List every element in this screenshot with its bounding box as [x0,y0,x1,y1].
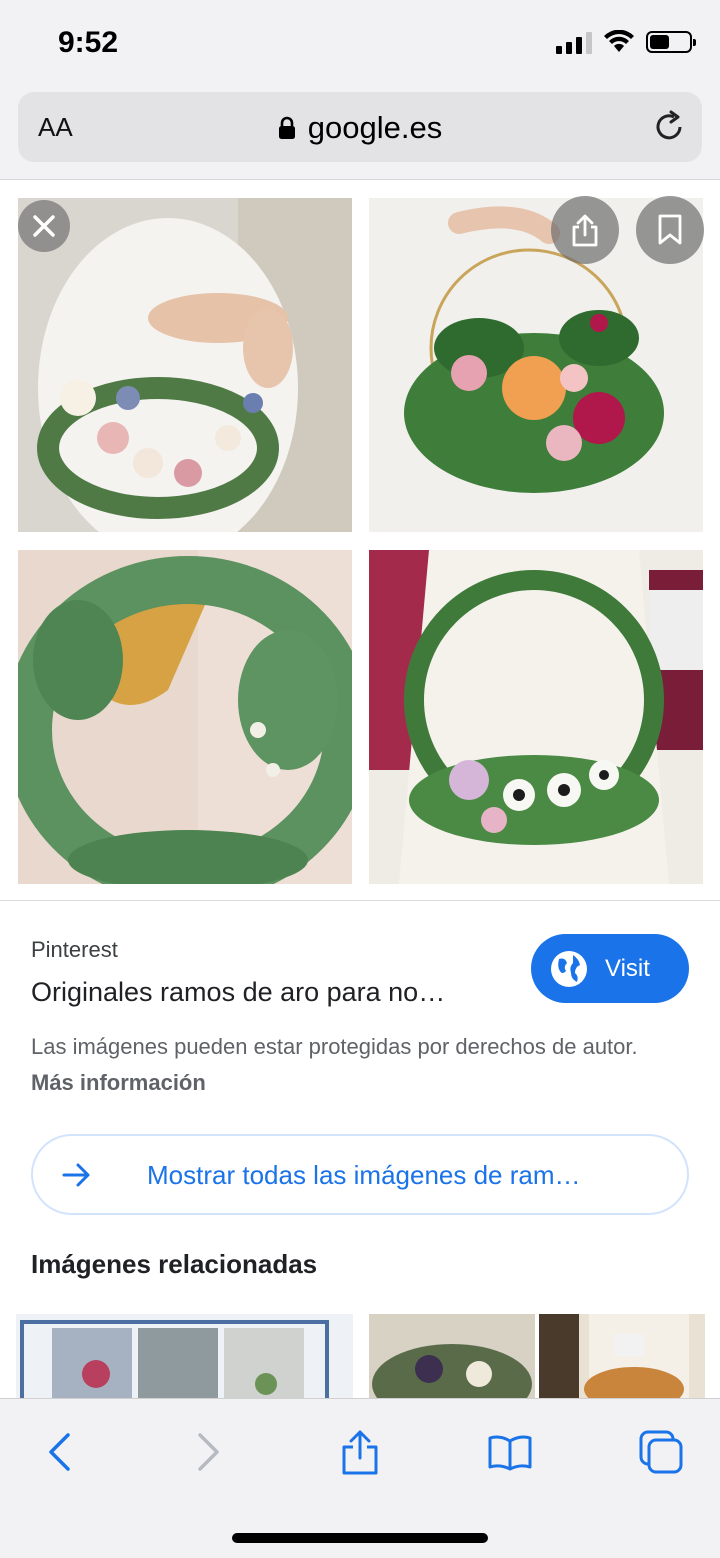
image-tile-1 [18,198,352,532]
globe-icon [551,950,587,987]
visit-button[interactable]: Visit [531,934,689,1003]
lock-icon [278,116,295,139]
url-display[interactable]: google.es [18,110,702,146]
save-image-button[interactable] [636,196,704,264]
related-image-3[interactable] [539,1314,705,1404]
share-icon [572,214,598,247]
source-name: Pinterest [31,937,118,962]
tabs-button[interactable] [636,1427,686,1477]
share-page-button[interactable] [335,1427,385,1477]
back-button[interactable] [34,1427,84,1477]
bookmarks-button[interactable] [485,1427,535,1477]
wifi-icon [604,30,634,52]
image-preview[interactable] [0,182,720,898]
status-bar: 9:52 [0,0,720,88]
more-info-link[interactable]: Más información [31,1070,206,1095]
home-indicator[interactable] [232,1533,488,1543]
battery-icon [646,31,696,53]
status-time: 9:52 [58,26,119,59]
related-image-2[interactable] [369,1314,535,1404]
bookmark-icon [658,214,682,245]
address-bar[interactable]: AA google.es [18,92,702,162]
chevron-right-icon [198,1433,219,1471]
visit-label: Visit [605,954,650,982]
close-button[interactable] [18,200,70,252]
tabs-icon [639,1430,683,1474]
browser-address-area: AA google.es [0,88,720,180]
close-icon [33,215,55,237]
share-image-button[interactable] [551,196,619,264]
image-tile-3 [18,550,352,884]
related-image-1[interactable] [16,1314,353,1404]
copyright-notice: Las imágenes pueden estar protegidas por… [31,1029,651,1101]
chevron-left-icon [49,1433,70,1471]
copyright-text: Las imágenes pueden estar protegidas por… [31,1034,638,1059]
image-tile-4 [369,550,703,884]
browser-toolbar [0,1398,720,1558]
show-all-label: Mostrar todas las imágenes de ram… [147,1160,581,1190]
status-icons [556,30,696,54]
forward-button[interactable] [184,1427,234,1477]
related-images-strip [0,1314,720,1404]
show-all-images-button[interactable]: Mostrar todas las imágenes de ram… [31,1134,689,1215]
cellular-signal-icon [556,30,592,54]
image-info-panel: Pinterest Originales ramos de aro para n… [0,900,720,1404]
book-icon [488,1435,532,1471]
reload-icon[interactable] [650,108,688,146]
result-title[interactable]: Originales ramos de aro para no… [31,977,445,1008]
arrow-right-icon [62,1163,90,1187]
url-text: google.es [307,110,443,145]
share-icon [342,1430,378,1475]
related-images-heading: Imágenes relacionadas [31,1249,318,1279]
